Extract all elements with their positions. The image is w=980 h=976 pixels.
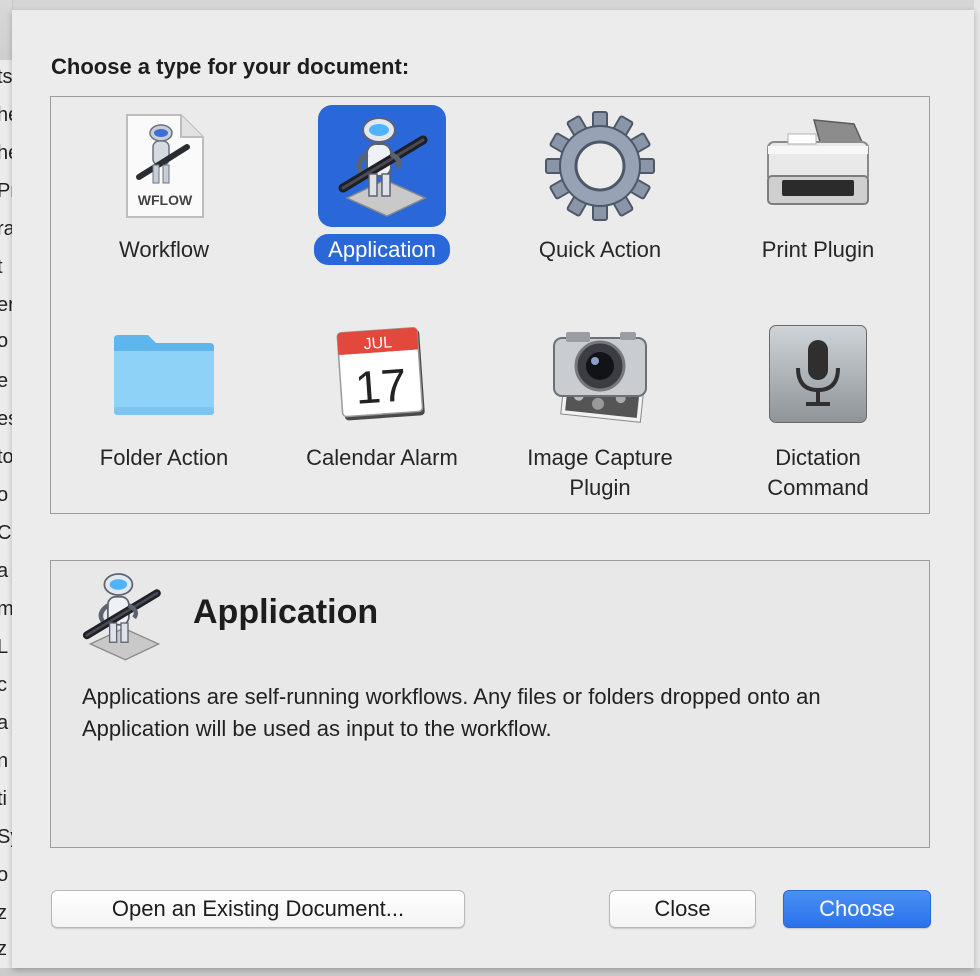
background-text-fragment: z	[0, 938, 7, 960]
calendar-month-text: JUL	[363, 334, 393, 353]
background-text-fragment: a	[0, 560, 9, 582]
background-text-fragment: ti	[0, 788, 7, 810]
type-label: Folder Action	[99, 445, 229, 470]
type-print-plugin[interactable]: Print Plugin	[709, 101, 927, 301]
description-text: Applications are self-running workflows.…	[82, 684, 821, 741]
background-text-fragment: n	[0, 750, 9, 772]
background-text-fragment: z	[0, 902, 7, 924]
type-label: Calendar Alarm	[306, 445, 458, 470]
document-type-grid: WFLOW Workflow Application Quick Action …	[50, 96, 930, 514]
background-text-fragment: e	[0, 370, 9, 392]
background-text-fragment: t	[0, 256, 3, 279]
type-label: Application	[273, 234, 491, 265]
type-workflow[interactable]: WFLOW Workflow	[55, 101, 273, 301]
description-title: Application	[193, 593, 379, 631]
background-window-bottom	[0, 968, 980, 976]
type-label: Image Capture Plugin	[527, 445, 673, 500]
workflow-badge-text: WFLOW	[138, 192, 193, 208]
microphone-icon	[754, 313, 882, 435]
open-existing-document-button[interactable]: Open an Existing Document...	[51, 890, 465, 928]
gear-icon	[536, 105, 664, 227]
background-text-fragment: c	[0, 674, 7, 696]
automator-robot-icon	[71, 567, 171, 665]
type-quick-action[interactable]: Quick Action	[491, 101, 709, 301]
close-button[interactable]: Close	[609, 890, 756, 928]
background-text-fragment: a	[0, 712, 9, 734]
camera-icon	[536, 313, 664, 435]
type-image-capture-plugin[interactable]: Image Capture Plugin	[491, 309, 709, 509]
type-label: Quick Action	[538, 237, 662, 262]
background-text-fragment: o	[0, 484, 9, 506]
background-window-header	[0, 0, 12, 60]
dialog-prompt: Choose a type for your document:	[51, 54, 410, 79]
type-label: Workflow	[118, 237, 210, 262]
document-type-dialog: Choose a type for your document: WFLOW W…	[12, 10, 974, 968]
background-window-edge	[974, 0, 980, 976]
calendar-icon: JUL 17	[318, 313, 446, 435]
type-folder-action[interactable]: Folder Action	[55, 309, 273, 509]
type-description-panel: Application Applications are self-runnin…	[50, 560, 930, 848]
workflow-document-icon: WFLOW	[100, 105, 228, 227]
type-calendar-alarm[interactable]: JUL 17 Calendar Alarm	[273, 309, 491, 509]
folder-icon	[100, 313, 228, 435]
choose-button[interactable]: Choose	[783, 890, 931, 928]
type-dictation-command[interactable]: Dictation Command	[709, 309, 927, 509]
printer-icon	[754, 105, 882, 227]
background-text-fragment: L	[0, 636, 9, 658]
background-text-fragment: C	[0, 522, 12, 544]
background-text-fragment: ts	[0, 66, 13, 88]
automator-robot-icon	[318, 105, 446, 227]
type-label: Print Plugin	[761, 237, 875, 262]
type-application[interactable]: Application	[273, 101, 491, 301]
type-label: Dictation Command	[767, 445, 869, 500]
background-text-fragment: o	[0, 864, 9, 886]
background-text-fragment: o	[0, 330, 9, 352]
calendar-day-text: 17	[354, 358, 409, 413]
